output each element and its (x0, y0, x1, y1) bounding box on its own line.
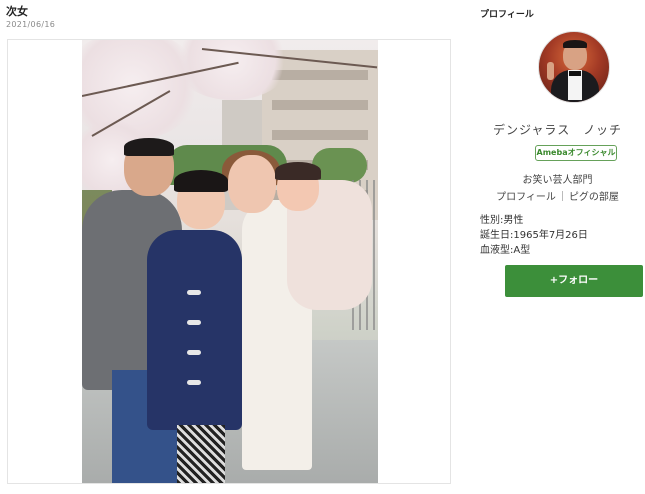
post-date: 2021/06/16 (6, 20, 56, 29)
avatar[interactable] (538, 31, 610, 103)
pig-room-link[interactable]: ピグの部屋 (569, 192, 619, 203)
photo-toddler-hair (275, 162, 321, 180)
avatar-hair (563, 40, 587, 48)
profile-link[interactable]: プロフィール (496, 192, 556, 203)
bow-tie-icon (569, 71, 581, 76)
profile-info: 性別:男性 誕生日:1965年7月26日 血液型:A型 (480, 213, 588, 258)
photo-frame (7, 39, 451, 484)
gender-text: 性別:男性 (480, 215, 524, 226)
category-link[interactable]: お笑い芸人部門 (470, 171, 645, 186)
birthday-text: 誕生日:1965年7月26日 (480, 230, 588, 241)
photo-girl-coat (147, 230, 242, 430)
profile-links: プロフィール ピグの部屋 (470, 188, 645, 203)
follow-button[interactable]: +フォロー (505, 265, 643, 297)
photo-man-hair (124, 138, 174, 156)
avatar-hand (547, 62, 554, 80)
post-title: 次女 (6, 5, 28, 18)
display-name[interactable]: デンジャラス ノッチ (470, 121, 645, 138)
blood-type-text: 血液型:A型 (480, 245, 531, 256)
article: 次女 2021/06/16 (0, 0, 460, 494)
profile-sidebar: プロフィール デンジャラス ノッチ Amebaオフィシャル お笑い芸人部門 プロ… (470, 0, 645, 494)
photo-woman-face (228, 155, 276, 213)
photo-girl-hair (174, 170, 228, 192)
photo-girl-legs (177, 425, 225, 483)
link-divider (561, 191, 563, 201)
profile-heading: プロフィール (480, 10, 534, 20)
family-photo[interactable] (82, 40, 378, 483)
official-badge: Amebaオフィシャル (535, 145, 617, 161)
